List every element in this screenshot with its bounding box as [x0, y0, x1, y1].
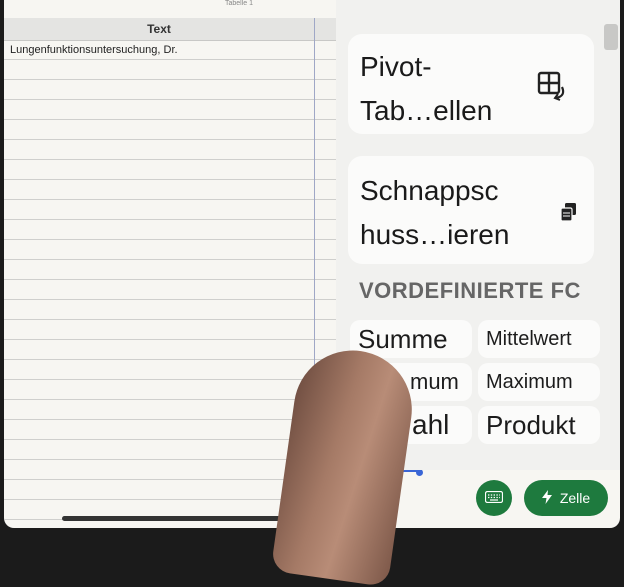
selection-handle-bottom[interactable]	[416, 469, 423, 476]
home-indicator	[62, 516, 296, 521]
cell-button[interactable]: Zelle	[524, 480, 608, 516]
column-header-text[interactable]: Text	[4, 18, 314, 41]
snapshot-button[interactable]: Schnappsc huss…ieren	[348, 156, 594, 264]
snapshot-label-1: Schnappsc	[360, 175, 499, 206]
pivot-label-2: Tab…ellen	[360, 95, 493, 126]
keyboard-button[interactable]	[476, 480, 512, 516]
panel-scrollbar[interactable]	[604, 24, 618, 50]
predefined-functions-header: VORDEFINIERTE FC	[359, 278, 581, 303]
pivot-label-1: Pivot-	[360, 51, 432, 82]
cell-a1[interactable]: Lungenfunktionsuntersuchung, Dr.	[10, 44, 178, 56]
pivot-table-button[interactable]: Pivot- Tab…ellen	[348, 34, 594, 134]
pivot-table-icon	[536, 70, 570, 109]
snapshot-icon	[560, 202, 578, 227]
function-average-button[interactable]: Mittelwert	[478, 320, 600, 358]
cell-button-label: Zelle	[559, 490, 591, 506]
lightning-icon	[541, 489, 552, 507]
sheet-tab-title[interactable]: Tabelle 1	[194, 0, 284, 8]
keyboard-icon	[484, 490, 504, 506]
snapshot-label-2: huss…ieren	[360, 219, 510, 250]
function-maximum-button[interactable]: Maximum	[478, 363, 600, 401]
function-product-button[interactable]: Produkt	[478, 406, 600, 444]
